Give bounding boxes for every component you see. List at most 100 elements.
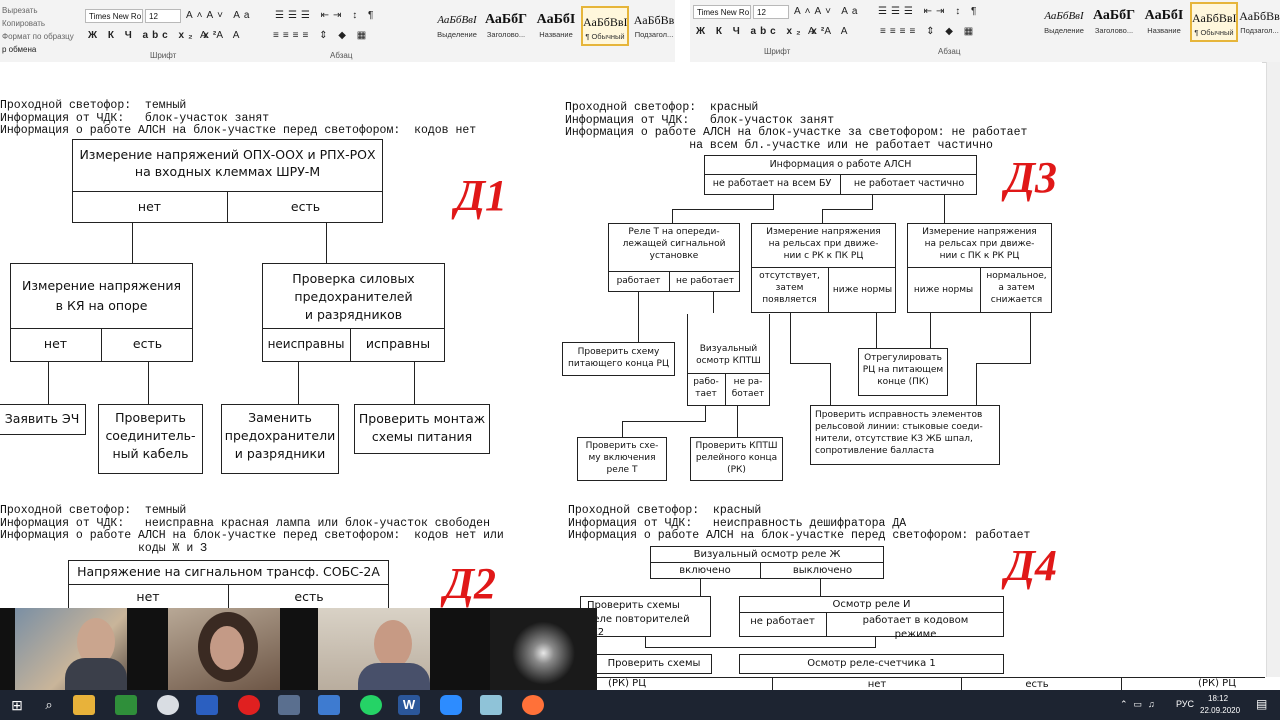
align-buttons-2[interactable]: ≡≡≡≡ ⇕ ◆ ▦	[880, 26, 977, 37]
style-normal[interactable]: АаБбВвI ¶ Обычный	[581, 6, 629, 46]
app-icon-green[interactable]	[115, 695, 137, 715]
video-call-strip	[0, 608, 597, 690]
d3-label: Д3	[1005, 153, 1058, 202]
clock-date[interactable]: 22.09.2020	[1200, 706, 1240, 715]
d2-header: Проходной светофор: темный Информация от …	[0, 504, 504, 555]
clock-time[interactable]: 18:12	[1208, 694, 1228, 703]
word-icon[interactable]: W	[398, 695, 420, 715]
d1-root-no: нет	[137, 199, 162, 214]
d4-r-b: работает в кодовом режиме	[862, 615, 969, 640]
align-buttons[interactable]: ≡≡≡≡ ⇕ ◆ ▦	[273, 30, 370, 41]
video-participant-4[interactable]	[490, 608, 597, 690]
d1-leaf-2: Проверить соединитель- ный кабель	[98, 404, 203, 474]
system-tray-icons[interactable]: ⌃▭♫	[1120, 699, 1161, 710]
d4-root-b: выключено	[792, 565, 853, 576]
d3-b3-a: ниже нормы	[913, 285, 974, 295]
font-size-box-2[interactable]: 12	[753, 5, 789, 19]
d4-root-a: включено	[679, 565, 731, 576]
bottom-strip-left: (РК) РЦ	[608, 678, 646, 689]
style-emphasis[interactable]: АаБбВвI Выделение	[433, 6, 481, 46]
video-participant-1[interactable]	[15, 608, 127, 690]
document-page[interactable]: Проходной светофор: темный Информация от …	[0, 62, 1262, 674]
search-icon[interactable]: ⌕	[38, 695, 60, 715]
notifications-icon[interactable]: ▤	[1256, 697, 1267, 711]
clipboard-group-label: р обмена	[2, 45, 37, 54]
language-indicator[interactable]: РУС	[1176, 699, 1194, 709]
ribbon-right: Times New Ro 12 A˄A˅ Aa Ж К Ч abc x₂ x² …	[690, 0, 1280, 63]
font-name-box[interactable]: Times New Ro	[85, 9, 143, 23]
d3-b3-b: нормальное, а затем снижается	[986, 271, 1047, 306]
list-buttons-2[interactable]: ☰☰☰ ⇤⇥ ↕ ¶	[878, 6, 980, 17]
d4-header: Проходной светофор: красный Информация от…	[568, 504, 1031, 542]
copy-button[interactable]: Копировать	[2, 17, 82, 30]
color-buttons[interactable]: A A A	[200, 30, 243, 41]
font-size-box[interactable]: 12	[145, 9, 181, 23]
d4-r-a: не работает	[750, 616, 815, 627]
app-icon-cube[interactable]	[278, 695, 300, 715]
app-icon-gray[interactable]	[157, 695, 179, 715]
ribbon-left: Вырезать Копировать Формат по образцу р …	[0, 0, 675, 63]
d3-b1-b: не работает	[675, 276, 735, 286]
style-heading[interactable]: АаБбГ Заголово...	[482, 6, 530, 46]
video-participant-2[interactable]	[168, 608, 280, 690]
d3-b3-text: Измерение напряжения на рельсах при движ…	[922, 227, 1037, 262]
d1-leaf-1: Заявить ЭЧ	[0, 404, 86, 435]
format-painter-button[interactable]: Формат по образцу	[2, 30, 82, 43]
cut-button[interactable]: Вырезать	[2, 4, 82, 17]
d1-root-text: Измерение напряжений ОПХ-ООХ и РПХ-РОХ н…	[79, 147, 376, 179]
d3-n5-box: Проверить КПТШ релейного конца (РК)	[690, 437, 783, 481]
d4-root-text: Визуальный осмотр реле Ж	[693, 549, 841, 560]
d1-right-bad: неисправны	[267, 337, 345, 351]
style-emphasis-2[interactable]: АаБбВвI Выделение	[1040, 2, 1088, 42]
d4-br-box: Осмотр реле-счетчика 1	[739, 654, 1004, 674]
d1-header: Проходной светофор: темный Информация от …	[0, 99, 477, 137]
start-windows-icon[interactable]: ⊞	[6, 695, 28, 715]
file-explorer-icon[interactable]	[73, 695, 95, 715]
d1-root-yes: есть	[290, 199, 321, 214]
bottom-strip-right: (РК) РЦ	[1198, 678, 1236, 689]
d1-left-yes: есть	[132, 336, 163, 351]
windows-taskbar: ⊞ ⌕ W ⌃▭♫ РУС 18:12 22.09.2020 ▤	[0, 690, 1280, 720]
d3-n4-box: Проверить схе- му включения реле Т	[577, 437, 667, 481]
opera-icon[interactable]	[238, 695, 260, 715]
d2-label: Д2	[444, 559, 497, 608]
app-icon-blue[interactable]	[318, 695, 340, 715]
d4-l-box: Проверить схемы реле повторителей Ж2	[580, 596, 711, 638]
d3-n3-box: Отрегулировать РЦ на питающем конце (ПК)	[858, 348, 948, 396]
font-name-box-2[interactable]: Times New Ro	[693, 5, 751, 19]
style-subtitle-2[interactable]: АаБбВв Подзагол...	[1239, 2, 1280, 42]
font-grow-shrink-buttons[interactable]: A˄A˅ Aa	[186, 10, 253, 21]
list-buttons[interactable]: ☰☰☰ ⇤⇥ ↕ ¶	[275, 10, 377, 21]
d1-left-no: нет	[43, 336, 68, 351]
font-grow-shrink-buttons-2[interactable]: A˄A˅ Aa	[794, 6, 861, 17]
d1-right-ok: исправны	[365, 336, 431, 351]
d4-bl-box: Проверить схемы	[596, 654, 712, 674]
video-participant-3[interactable]	[318, 608, 430, 690]
app-icon-blue-grid[interactable]	[196, 695, 218, 715]
d3-n2-b: не ра- ботает	[731, 377, 765, 400]
app-icon-light[interactable]	[480, 695, 502, 715]
bottom-doc-strip: (РК) РЦ нет есть (РК) РЦ	[597, 677, 1265, 691]
d1-leaf-4: Проверить монтаж схемы питания	[354, 404, 490, 454]
d3-n6-box: Проверить исправность элементов рельсово…	[810, 405, 1000, 465]
paragraph-group-label-2: Абзац	[938, 47, 961, 56]
style-subtitle[interactable]: АаБбВв Подзагол...	[630, 6, 678, 46]
d1-label: Д1	[455, 171, 508, 220]
style-title[interactable]: АаБбI Название	[532, 6, 580, 46]
d2-root-no: нет	[136, 589, 160, 604]
style-title-2[interactable]: АаБбI Название	[1140, 2, 1188, 42]
zoom-icon[interactable]	[440, 695, 462, 715]
d2-root-text: Напряжение на сигнальном трансф. СОБС-2А	[77, 564, 380, 579]
style-normal-2[interactable]: АаБбВвI ¶ Обычный	[1190, 2, 1238, 42]
d4-label: Д4	[1005, 541, 1058, 590]
d3-b1-text: Реле Т на опереди- лежащей сигнальной ус…	[622, 227, 726, 262]
d3-b2-b: ниже нормы	[832, 285, 893, 295]
firefox-icon[interactable]	[522, 695, 544, 715]
clipboard-group: Вырезать Копировать Формат по образцу р …	[2, 4, 82, 56]
d3-n2-text: Визуальный осмотр КПТШ	[696, 344, 761, 367]
style-heading-2[interactable]: АаБбГ Заголово...	[1090, 2, 1138, 42]
color-buttons-2[interactable]: A A A	[808, 26, 851, 37]
whatsapp-icon[interactable]	[360, 695, 382, 715]
vertical-scrollbar[interactable]	[1266, 62, 1280, 677]
d3-b2-a: отсутствует, затем появляется	[759, 271, 820, 306]
